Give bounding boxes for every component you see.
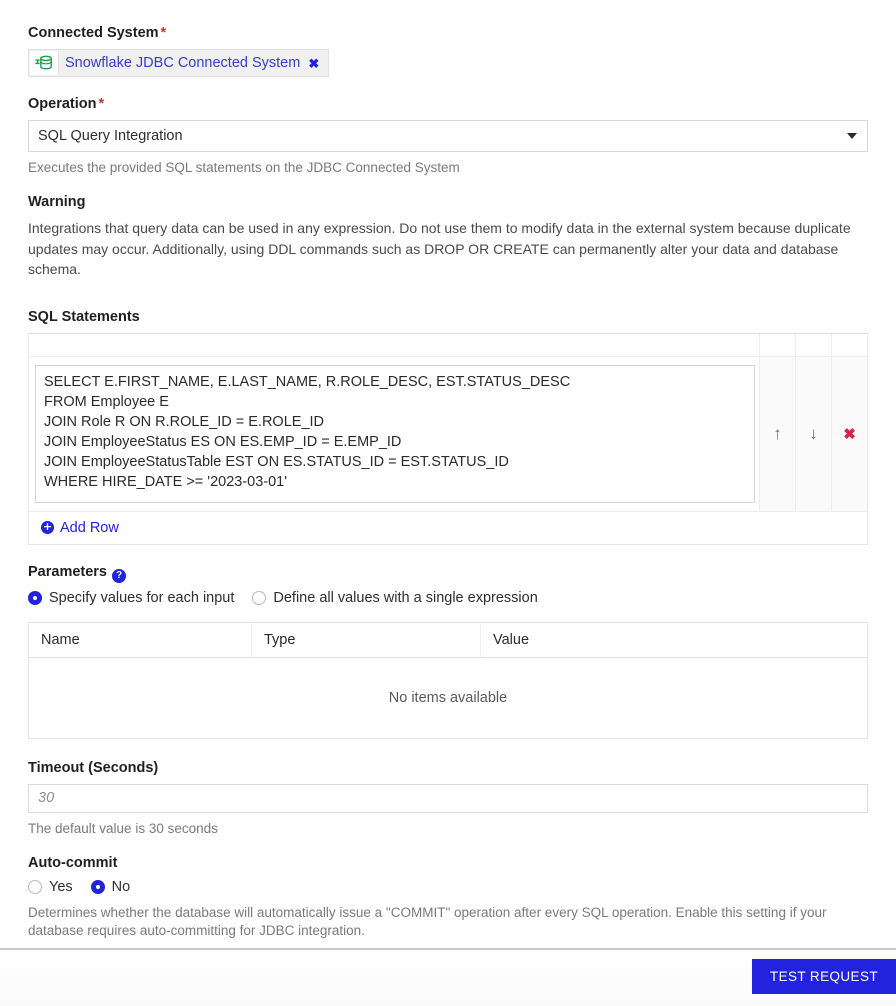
radio-dot-icon <box>252 590 267 605</box>
column-header-value: Value <box>480 622 868 658</box>
auto-commit-label: Auto-commit <box>28 854 118 871</box>
radio-specify-values-label: Specify values for each input <box>49 589 235 606</box>
column-header-name: Name <box>28 622 252 658</box>
column-header-type: Type <box>251 622 481 658</box>
move-down-icon[interactable]: ↓ <box>795 356 831 511</box>
test-request-button[interactable]: TEST REQUEST <box>751 959 896 994</box>
radio-single-expression[interactable]: Define all values with a single expressi… <box>252 589 538 606</box>
timeout-hint: The default value is 30 seconds <box>28 820 218 836</box>
required-asterisk: * <box>160 25 167 41</box>
radio-auto-commit-yes[interactable]: Yes <box>28 879 73 895</box>
operation-selected-value: SQL Query Integration <box>38 128 183 144</box>
connected-system-label: Connected System * <box>28 24 868 42</box>
parameters-table: Name Type Value No items available <box>28 621 868 739</box>
connected-system-label-text: Connected System <box>28 25 159 41</box>
form-footer: TEST REQUEST <box>0 948 896 1006</box>
radio-dot-icon <box>28 590 42 605</box>
sql-statements-grid: SELECT E.FIRST_NAME, E.LAST_NAME, R.ROLE… <box>28 332 868 545</box>
help-icon[interactable]: ? <box>112 568 126 583</box>
add-row-button[interactable]: + Add Row <box>41 520 119 536</box>
parameters-label: Parameters? <box>28 563 868 583</box>
connected-system-chip-label: Snowflake JDBC Connected System <box>65 55 301 71</box>
connected-system-chip[interactable]: Snowflake JDBC Connected System ✖ <box>28 49 330 77</box>
parameters-mode-radio-group: Specify values for each input Define all… <box>28 590 868 606</box>
radio-auto-commit-no[interactable]: No <box>90 878 131 895</box>
radio-dot-icon <box>28 879 42 894</box>
radio-specify-values[interactable]: Specify values for each input <box>28 590 234 606</box>
warning-body: Integrations that query data can be used… <box>28 220 851 277</box>
sql-grid-header <box>29 333 867 357</box>
empty-state-text: No items available <box>388 689 508 706</box>
add-row-label: Add Row <box>60 519 119 536</box>
timeout-input[interactable]: 30 <box>28 783 868 813</box>
move-up-icon[interactable]: ↑ <box>759 356 795 511</box>
radio-dot-icon <box>90 879 105 894</box>
close-icon[interactable]: ✖ <box>306 57 328 70</box>
parameters-label-text: Parameters <box>28 563 107 580</box>
delete-row-icon[interactable]: ✖ <box>831 356 867 511</box>
integration-form: Connected System * Snowflake JDBC Connect… <box>0 0 896 940</box>
warning-heading: Warning <box>28 194 86 210</box>
sql-grid-header-down <box>796 333 832 356</box>
parameters-table-header-row: Name Type Value <box>28 622 868 658</box>
auto-commit-radio-group: Yes No <box>28 879 868 895</box>
required-asterisk: * <box>98 96 105 112</box>
timeout-label: Timeout (Seconds) <box>28 759 159 776</box>
sql-editor-cell: SELECT E.FIRST_NAME, E.LAST_NAME, R.ROLE… <box>29 357 759 511</box>
sql-grid-header-main <box>29 333 760 356</box>
operation-hint: Executes the provided SQL statements on … <box>28 160 460 175</box>
sql-input[interactable]: SELECT E.FIRST_NAME, E.LAST_NAME, R.ROLE… <box>35 364 755 503</box>
operation-select[interactable]: SQL Query Integration <box>28 120 868 152</box>
parameters-table-empty-row: No items available <box>29 657 868 738</box>
sql-grid-footer: + Add Row <box>29 512 867 544</box>
radio-single-expression-label: Define all values with a single expressi… <box>273 589 538 606</box>
plus-icon: + <box>41 520 54 534</box>
database-plug-icon <box>30 51 59 75</box>
radio-auto-commit-no-label: No <box>111 878 131 895</box>
table-row: SELECT E.FIRST_NAME, E.LAST_NAME, R.ROLE… <box>29 356 867 512</box>
operation-label-text: Operation <box>28 96 97 112</box>
auto-commit-hint: Determines whether the database will aut… <box>28 904 827 938</box>
sql-grid-header-up <box>760 333 796 356</box>
sql-statements-label: SQL Statements <box>28 308 140 325</box>
chevron-down-icon[interactable] <box>847 133 857 139</box>
radio-auto-commit-yes-label: Yes <box>49 878 73 895</box>
operation-label: Operation * <box>28 95 868 113</box>
sql-grid-header-delete <box>832 334 867 356</box>
